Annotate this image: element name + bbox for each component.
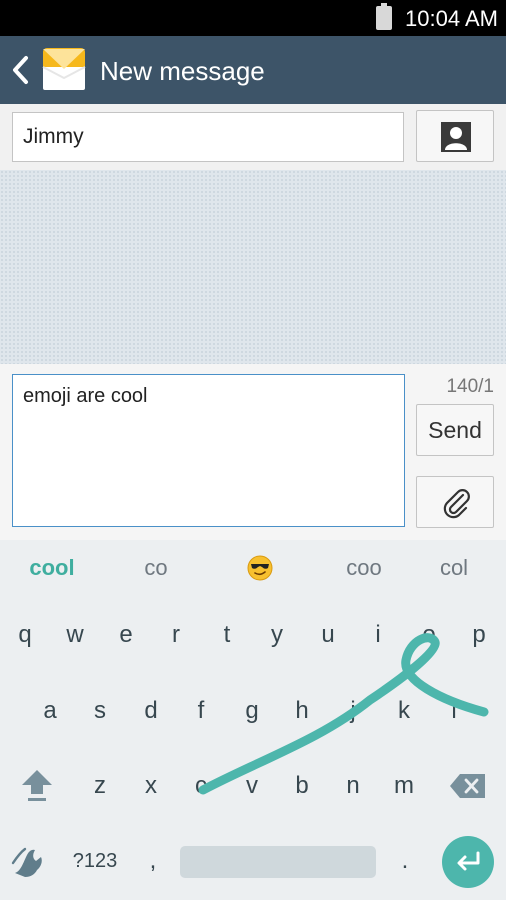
key-s[interactable]: s (75, 686, 125, 736)
key-m[interactable]: m (379, 761, 429, 811)
key-b[interactable]: b (277, 761, 327, 811)
key-t[interactable]: t (202, 610, 252, 660)
sunglasses-emoji-icon (247, 555, 273, 581)
message-input[interactable]: emoji are cool (12, 374, 405, 527)
key-r[interactable]: r (151, 610, 201, 660)
page-title: New message (100, 56, 265, 86)
backspace-icon (450, 774, 485, 798)
enter-key[interactable] (442, 836, 494, 888)
status-time: 10:04 AM (405, 6, 498, 31)
comma-key[interactable]: , (128, 836, 178, 886)
envelope-icon (42, 48, 86, 90)
shift-key[interactable] (12, 761, 62, 811)
key-q[interactable]: q (0, 610, 50, 660)
status-bar: 10:04 AM (0, 0, 506, 36)
period-key[interactable]: . (380, 836, 430, 886)
key-g[interactable]: g (227, 686, 277, 736)
key-k[interactable]: k (379, 686, 429, 736)
key-f[interactable]: f (176, 686, 226, 736)
swipe-hand-icon (11, 847, 42, 877)
paperclip-icon (443, 489, 470, 519)
suggestion-bar: cool co coo col (0, 540, 506, 596)
key-o[interactable]: o (404, 610, 454, 660)
contact-icon (441, 122, 471, 152)
attach-button[interactable] (416, 476, 494, 528)
shift-icon (22, 770, 52, 801)
key-w[interactable]: w (50, 610, 100, 660)
key-u[interactable]: u (303, 610, 353, 660)
action-bar: New message (0, 36, 506, 104)
key-j[interactable]: j (328, 686, 378, 736)
key-h[interactable]: h (277, 686, 327, 736)
battery-icon (376, 3, 392, 30)
suggestion-item[interactable]: coo (314, 540, 414, 596)
enter-icon (457, 851, 480, 871)
key-y[interactable]: y (252, 610, 302, 660)
compose-row: emoji are cool 140/1 Send (0, 364, 506, 540)
key-e[interactable]: e (101, 610, 151, 660)
recipient-field[interactable]: Jimmy (12, 112, 404, 162)
keyboard: q w e r t y u i o p a s d f g h j k l z … (0, 596, 506, 900)
suggestion-primary[interactable]: cool (2, 540, 102, 596)
key-c[interactable]: c (176, 761, 226, 811)
symbols-key[interactable]: ?123 (62, 836, 128, 886)
suggestion-item[interactable]: col (404, 540, 504, 596)
key-v[interactable]: v (227, 761, 277, 811)
key-i[interactable]: i (353, 610, 403, 660)
key-a[interactable]: a (25, 686, 75, 736)
suggestion-item[interactable]: co (106, 540, 206, 596)
key-d[interactable]: d (126, 686, 176, 736)
contact-picker-button[interactable] (416, 110, 494, 162)
space-key[interactable] (180, 846, 376, 878)
character-counter: 140/1 (446, 376, 494, 397)
suggestion-emoji[interactable] (210, 540, 310, 596)
chevron-left-icon[interactable] (10, 54, 32, 86)
key-p[interactable]: p (454, 610, 504, 660)
recipient-row: Jimmy (0, 104, 506, 170)
backspace-key[interactable] (443, 761, 493, 811)
key-z[interactable]: z (75, 761, 125, 811)
key-n[interactable]: n (328, 761, 378, 811)
conversation-area (0, 170, 506, 364)
key-x[interactable]: x (126, 761, 176, 811)
send-button[interactable]: Send (416, 404, 494, 456)
swipe-mode-key[interactable] (6, 836, 56, 886)
key-l[interactable]: l (429, 686, 479, 736)
